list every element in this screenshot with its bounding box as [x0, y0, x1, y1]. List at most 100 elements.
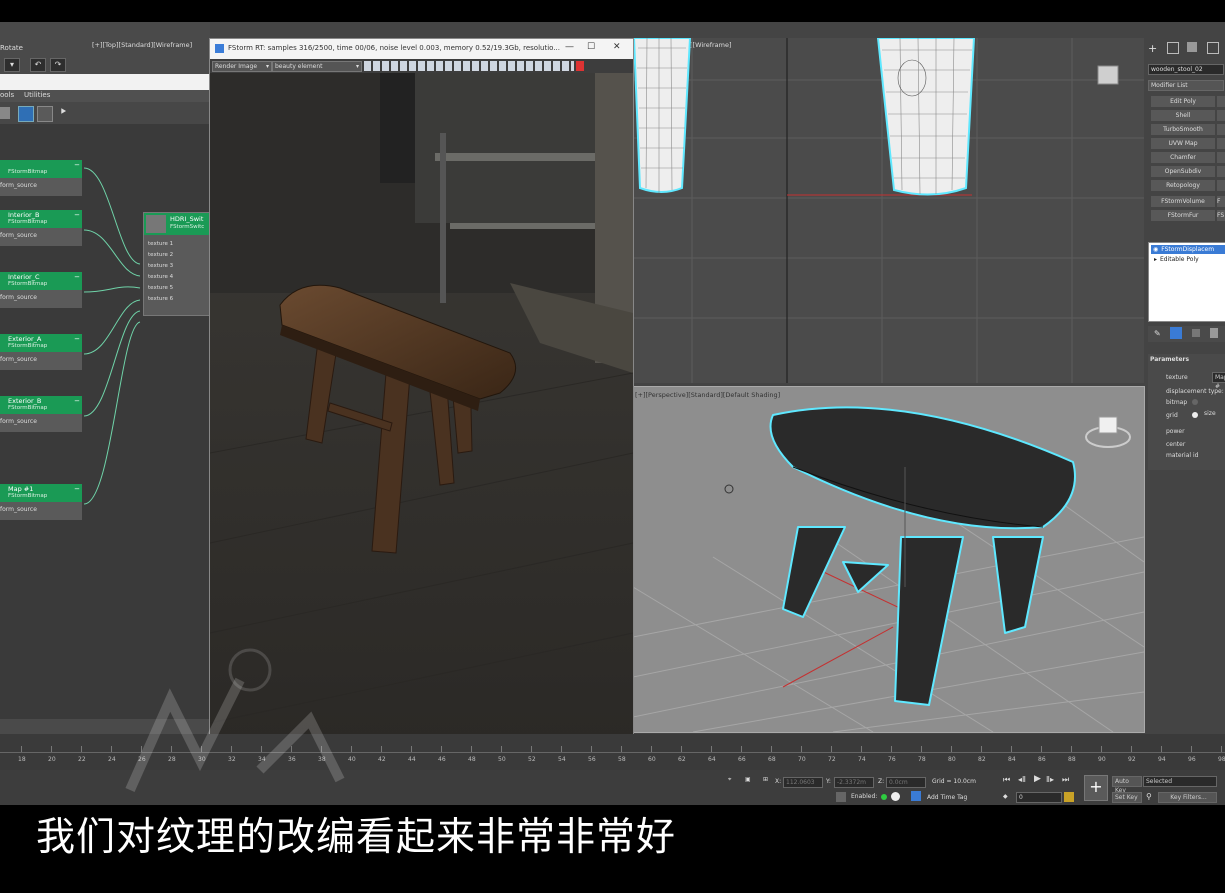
modifier-edit-poly-button[interactable]: Edit Poly: [1151, 96, 1215, 107]
layout-children-icon[interactable]: [37, 106, 53, 122]
modifier-right-2[interactable]: [1217, 110, 1225, 121]
texture-map-button[interactable]: Map #: [1212, 372, 1225, 390]
key-filters-icon[interactable]: ⚲: [1146, 792, 1152, 801]
hierarchy-tab-icon[interactable]: [1187, 42, 1197, 52]
eye-icon[interactable]: ◉: [1153, 246, 1158, 253]
modifier-right-5[interactable]: [1217, 152, 1225, 163]
play-icon[interactable]: ▶: [1034, 774, 1041, 784]
key-mode-icon[interactable]: ◆: [1003, 793, 1008, 800]
node-exterior-b[interactable]: Exterior_B FStormBitmap − form_source: [0, 396, 82, 432]
maximize-button[interactable]: ☐: [587, 42, 595, 52]
go-to-start-icon[interactable]: ⏮: [1003, 775, 1010, 785]
viewport-perspective[interactable]: [+][Perspective][Standard][Default Shadi…: [632, 386, 1145, 733]
parameters-rollout-title[interactable]: Parameters: [1150, 356, 1189, 363]
current-frame-field[interactable]: 0: [1016, 792, 1062, 803]
menu-utilities[interactable]: Utilities: [24, 91, 50, 99]
time-tag-icon[interactable]: [911, 791, 921, 801]
adaptive-degradation-icon[interactable]: [836, 792, 846, 802]
set-keys-button[interactable]: +: [1084, 775, 1108, 801]
menu-tools[interactable]: ools: [0, 91, 14, 99]
switch-input-2[interactable]: texture 2: [148, 252, 173, 258]
z-coordinate-field[interactable]: 0.0cm: [886, 777, 926, 788]
enabled-indicator[interactable]: [881, 794, 887, 800]
time-config-icon[interactable]: [891, 792, 900, 801]
modifier-right-6[interactable]: [1217, 166, 1225, 177]
motion-tab-icon[interactable]: [1207, 42, 1219, 54]
viewport-top[interactable]: [+][Top][Standard][Wireframe] ][Wirefram…: [92, 38, 1144, 383]
viewport-top-label[interactable]: [+][Top][Standard][Wireframe]: [92, 41, 192, 49]
pin-stack-icon[interactable]: ✎: [1154, 329, 1161, 338]
slate-menubar: ools Utilities: [0, 90, 210, 102]
stop-render-icon[interactable]: [576, 61, 584, 71]
go-to-end-icon[interactable]: ⏭: [1062, 775, 1069, 785]
modifier-stack[interactable]: ◉ FStormDisplacem ▸ Editable Poly: [1148, 242, 1225, 322]
create-tab-icon[interactable]: +: [1148, 42, 1157, 55]
switch-input-5[interactable]: texture 5: [148, 285, 173, 291]
next-frame-icon[interactable]: Ⅱ▸: [1046, 775, 1054, 784]
stack-item-fstormdisplacement[interactable]: ◉ FStormDisplacem: [1151, 245, 1225, 254]
set-key-button[interactable]: Set Key: [1112, 792, 1142, 803]
show-end-result-icon[interactable]: [1170, 327, 1182, 339]
layout-all-icon[interactable]: [18, 106, 34, 122]
node-map-1[interactable]: Map #1 FStormBitmap − form_source: [0, 484, 82, 520]
timeline-tick: 52: [528, 756, 536, 763]
auto-key-button[interactable]: Auto Key: [1112, 776, 1142, 794]
render-tool-icons[interactable]: [364, 61, 574, 71]
object-name-field[interactable]: wooden_stool_02: [1148, 64, 1224, 75]
key-filters-button[interactable]: Key Filters...: [1158, 792, 1217, 803]
switch-input-4[interactable]: texture 4: [148, 274, 173, 280]
previous-frame-icon[interactable]: ◂Ⅱ: [1018, 775, 1026, 784]
modifier-fstormfur-button[interactable]: FStormFur: [1151, 210, 1215, 221]
node-interior-c[interactable]: Interior_C FStormBitmap − form_source: [0, 272, 82, 308]
modifier-shell-button[interactable]: Shell: [1151, 110, 1215, 121]
modifier-right-1[interactable]: [1217, 96, 1225, 107]
param-bitmap-label: bitmap: [1166, 399, 1188, 406]
modifier-fstormvolume-button[interactable]: FStormVolume: [1151, 196, 1215, 207]
node-hdri-switch[interactable]: HDRI_Swit FStormSwitc texture 1 texture …: [143, 212, 211, 316]
node-bitmap-1[interactable]: FStormBitmap − form_source: [0, 160, 82, 196]
switch-input-3[interactable]: texture 3: [148, 263, 173, 269]
node-exterior-a[interactable]: Exterior_A FStormBitmap − form_source: [0, 334, 82, 370]
modifier-chamfer-button[interactable]: Chamfer: [1151, 152, 1215, 163]
timeline-tick-mark: [1161, 746, 1162, 752]
node-interior-b[interactable]: Interior_B FStormBitmap − form_source: [0, 210, 82, 246]
time-configuration-icon[interactable]: [1064, 792, 1074, 802]
modifier-right-3[interactable]: [1217, 124, 1225, 135]
make-unique-icon[interactable]: [1192, 329, 1200, 337]
bitmap-radio[interactable]: [1192, 399, 1198, 405]
modify-tab-icon[interactable]: [1167, 42, 1179, 54]
modifier-right-9[interactable]: FS: [1217, 210, 1225, 221]
grid-radio[interactable]: [1192, 412, 1198, 418]
element-dropdown[interactable]: Render Image ▾: [212, 61, 272, 72]
add-time-tag[interactable]: Add Time Tag: [927, 794, 967, 801]
close-button[interactable]: ✕: [613, 42, 621, 52]
y-coordinate-field[interactable]: -2.3372m: [834, 777, 874, 788]
modifier-right-8[interactable]: F: [1217, 196, 1225, 207]
x-coordinate-field[interactable]: 112.0603: [783, 777, 823, 788]
modifier-retopology-button[interactable]: Retopology: [1151, 180, 1215, 191]
timeline-tick-mark: [561, 746, 562, 752]
absolute-mode-icon[interactable]: ⊞: [763, 776, 768, 783]
switch-input-6[interactable]: texture 6: [148, 296, 173, 302]
switch-input-1[interactable]: texture 1: [148, 241, 173, 247]
modifier-opensubdiv-button[interactable]: OpenSubdiv: [1151, 166, 1215, 177]
selection-lock-icon[interactable]: ⌖: [728, 776, 731, 784]
modifier-list-dropdown[interactable]: Modifier List: [1148, 80, 1224, 91]
layout-icon[interactable]: [0, 107, 10, 119]
dropdown-icon[interactable]: ▾: [4, 58, 20, 72]
undo-icon[interactable]: ↶: [30, 58, 46, 72]
isolate-icon[interactable]: ▣: [745, 776, 751, 783]
minimize-button[interactable]: —: [565, 42, 574, 52]
beauty-element-dropdown[interactable]: beauty element ▾: [272, 61, 362, 72]
modifier-turbosmooth-button[interactable]: TurboSmooth: [1151, 124, 1215, 135]
selection-set-dropdown[interactable]: Selected: [1143, 776, 1217, 787]
remove-modifier-icon[interactable]: [1210, 328, 1218, 338]
modifier-right-4[interactable]: [1217, 138, 1225, 149]
expand-arrow-icon[interactable]: ▸: [1154, 256, 1157, 263]
hide-unused-icon[interactable]: ⯈: [59, 107, 67, 118]
stack-item-editable-poly[interactable]: ▸ Editable Poly: [1151, 255, 1225, 264]
timeline-tick-mark: [411, 746, 412, 752]
modifier-uvw-map-button[interactable]: UVW Map: [1151, 138, 1215, 149]
modifier-right-7[interactable]: [1217, 180, 1225, 191]
redo-icon[interactable]: ↷: [50, 58, 66, 72]
